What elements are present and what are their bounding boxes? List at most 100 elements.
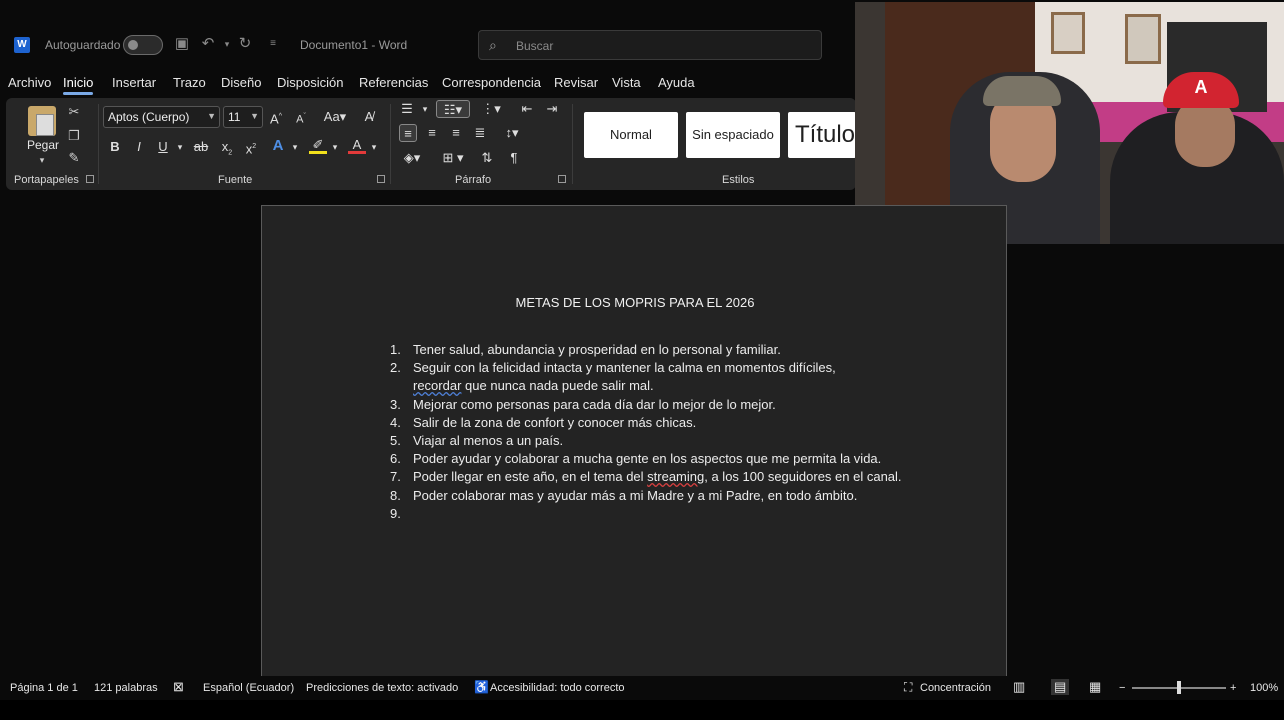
ribbon: Pegar ▾ ✂ ❐ ✎ Portapapeles Aptos (Cuerpo… xyxy=(6,98,856,190)
underline-icon[interactable]: U xyxy=(154,138,172,156)
zoom-in-icon[interactable]: + xyxy=(1230,682,1236,694)
document-page[interactable]: METAS DE LOS MOPRIS PARA EL 2026 1. Tene… xyxy=(261,205,1007,685)
undo-icon[interactable]: ↶ xyxy=(199,35,217,53)
tab-revisar[interactable]: Revisar xyxy=(554,75,598,90)
webcam-picture-frame xyxy=(1051,12,1085,54)
spelling-flagged-word[interactable]: streaming xyxy=(647,469,704,484)
zoom-slider-thumb[interactable] xyxy=(1177,681,1181,694)
highlight-icon[interactable]: ✐ xyxy=(309,136,327,154)
subscript-icon[interactable]: x2 xyxy=(218,138,236,157)
print-layout-icon[interactable]: ▤ xyxy=(1051,679,1070,695)
align-right-icon[interactable]: ≡ xyxy=(447,124,465,142)
read-mode-icon[interactable]: ▥ xyxy=(1013,679,1025,695)
proofing-icon[interactable]: ⊠ xyxy=(173,679,184,695)
tab-trazo[interactable]: Trazo xyxy=(173,75,206,90)
search-placeholder: Buscar xyxy=(516,39,554,53)
focus-icon: ⛶ xyxy=(904,680,913,694)
tab-insertar[interactable]: Insertar xyxy=(112,75,156,90)
italic-icon[interactable]: I xyxy=(130,138,148,156)
bold-icon[interactable]: B xyxy=(106,138,124,156)
tab-correspondencia[interactable]: Correspondencia xyxy=(442,75,541,90)
text-predictions[interactable]: Predicciones de texto: activado xyxy=(306,682,458,694)
list-item[interactable]: 2. Seguir con la felicidad intacta y man… xyxy=(388,359,908,395)
autosave-toggle[interactable] xyxy=(123,35,163,55)
paste-icon[interactable] xyxy=(28,106,56,136)
underline-dropdown-icon[interactable]: ▾ xyxy=(171,138,189,156)
save-icon[interactable]: ▣ xyxy=(173,35,191,53)
tab-inicio[interactable]: Inicio xyxy=(63,75,94,95)
font-color-icon[interactable]: A xyxy=(348,136,366,154)
list-item[interactable]: 7. Poder llegar en este año, en el tema … xyxy=(388,468,908,486)
font-size-value: 11 xyxy=(228,110,241,124)
style-title[interactable]: Título xyxy=(788,112,856,158)
tab-vista[interactable]: Vista xyxy=(612,75,641,90)
focus-mode[interactable]: Concentración xyxy=(920,682,991,694)
customize-toolbar-icon[interactable]: ≡ xyxy=(264,35,282,53)
highlight-dropdown-icon[interactable]: ▾ xyxy=(326,138,344,156)
style-normal[interactable]: Normal xyxy=(584,112,678,158)
list-item[interactable]: 6. Poder ayudar y colaborar a mucha gent… xyxy=(388,450,908,468)
shading-icon[interactable]: ◈▾ xyxy=(399,149,425,167)
style-no-spacing[interactable]: Sin espaciado xyxy=(686,112,780,158)
numbering-icon[interactable]: ☷▾ xyxy=(436,100,470,118)
clipboard-launcher-icon[interactable] xyxy=(86,175,94,183)
list-item[interactable]: 5. Viajar al menos a un país. xyxy=(388,432,908,450)
format-painter-icon[interactable]: ✎ xyxy=(66,150,82,166)
bullets-icon[interactable]: ☰ xyxy=(398,100,416,118)
goals-list[interactable]: 1. Tener salud, abundancia y prosperidad… xyxy=(388,341,908,521)
text-effects-icon[interactable]: A xyxy=(269,137,287,155)
change-case-icon[interactable]: Aa▾ xyxy=(320,108,350,126)
paragraph-launcher-icon[interactable] xyxy=(558,175,566,183)
strikethrough-icon[interactable]: ab xyxy=(192,138,210,156)
tab-referencias[interactable]: Referencias xyxy=(359,75,428,90)
list-item[interactable]: 1. Tener salud, abundancia y prosperidad… xyxy=(388,341,908,359)
document-heading[interactable]: METAS DE LOS MOPRIS PARA EL 2026 xyxy=(262,295,1008,310)
search-box[interactable]: ⌕ Buscar xyxy=(478,30,822,60)
justify-icon[interactable]: ≣ xyxy=(471,124,489,142)
web-layout-icon[interactable]: ▦ xyxy=(1089,679,1101,695)
page-count[interactable]: Página 1 de 1 xyxy=(10,682,78,694)
tab-archivo[interactable]: Archivo xyxy=(8,75,51,90)
tab-disposicion[interactable]: Disposición xyxy=(277,75,343,90)
text-effects-dropdown-icon[interactable]: ▾ xyxy=(286,138,304,156)
tab-diseno[interactable]: Diseño xyxy=(221,75,261,90)
accessibility-icon: ♿ xyxy=(474,680,489,694)
accessibility-status[interactable]: Accesibilidad: todo correcto xyxy=(490,682,625,694)
zoom-level[interactable]: 100% xyxy=(1250,682,1278,694)
tab-ayuda[interactable]: Ayuda xyxy=(658,75,695,90)
superscript-icon[interactable]: x2 xyxy=(242,138,260,156)
increase-indent-icon[interactable]: ⇥ xyxy=(543,100,561,118)
shrink-font-icon[interactable]: Aˇ xyxy=(292,108,310,126)
paste-dropdown-icon[interactable]: ▾ xyxy=(34,152,50,168)
redo-icon[interactable]: ↻ xyxy=(236,35,254,53)
align-center-icon[interactable]: ≡ xyxy=(423,124,441,142)
undo-dropdown-icon[interactable]: ▾ xyxy=(218,35,236,53)
copy-icon[interactable]: ❐ xyxy=(66,128,82,144)
font-name-combo[interactable]: Aptos (Cuerpo) ▼ xyxy=(103,106,220,128)
align-left-icon[interactable]: ≡ xyxy=(399,124,417,142)
font-launcher-icon[interactable] xyxy=(377,175,385,183)
bullets-dropdown-icon[interactable]: ▾ xyxy=(416,100,434,118)
paste-button-label[interactable]: Pegar xyxy=(27,138,59,152)
line-spacing-icon[interactable]: ↕▾ xyxy=(499,124,525,142)
language[interactable]: Español (Ecuador) xyxy=(203,682,294,694)
list-item[interactable]: 3. Mejorar como personas para cada día d… xyxy=(388,396,908,414)
grammar-flagged-word[interactable]: recordar xyxy=(413,378,461,393)
chevron-down-icon: ▼ xyxy=(250,111,259,121)
font-color-dropdown-icon[interactable]: ▾ xyxy=(365,138,383,156)
word-count[interactable]: 121 palabras xyxy=(94,682,158,694)
ribbon-tabs: Archivo Inicio Insertar Trazo Diseño Dis… xyxy=(0,72,860,95)
zoom-out-icon[interactable]: − xyxy=(1119,682,1125,694)
borders-icon[interactable]: ⊞ ▾ xyxy=(436,149,470,167)
multilevel-list-icon[interactable]: ⋮▾ xyxy=(478,100,504,118)
font-size-combo[interactable]: 11 ▼ xyxy=(223,106,263,128)
clear-formatting-icon[interactable]: A̸ xyxy=(360,108,378,126)
list-item[interactable]: 8. Poder colaborar mas y ayudar más a mi… xyxy=(388,487,908,505)
decrease-indent-icon[interactable]: ⇤ xyxy=(518,100,536,118)
grow-font-icon[interactable]: A^ xyxy=(267,108,285,126)
list-item[interactable]: 4. Salir de la zona de confort y conocer… xyxy=(388,414,908,432)
show-formatting-icon[interactable]: ¶ xyxy=(505,149,523,167)
cut-icon[interactable]: ✂ xyxy=(66,104,82,120)
autosave-label: Autoguardado xyxy=(45,38,121,52)
sort-icon[interactable]: ⇅ xyxy=(478,149,496,167)
